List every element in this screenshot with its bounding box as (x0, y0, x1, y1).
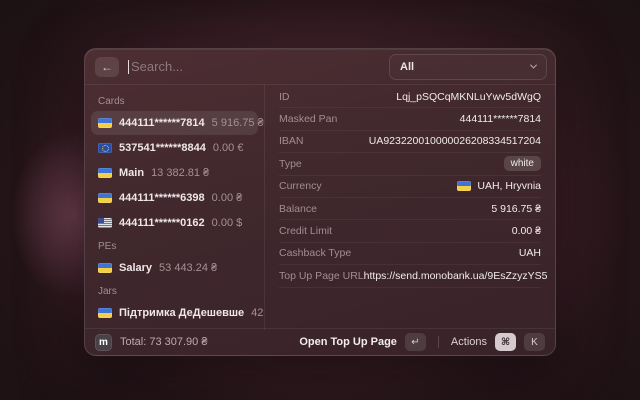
list-item-amount: 5 916.75 ₴ (212, 117, 264, 129)
detail-value: 0.00 ₴ (512, 225, 541, 237)
ua-flag-icon (98, 193, 112, 203)
filter-dropdown[interactable]: All (389, 54, 547, 80)
detail-panel: ID Lqj_pSQCqMKNLuYwv5dWgQ Masked Pan 444111… (265, 85, 555, 330)
detail-label: IBAN (279, 135, 304, 147)
section-label-cards: Cards (91, 91, 258, 111)
list-item-title: Salary (119, 262, 152, 274)
detail-value-text: https://send.monobank.ua/9EsZzyzYS5 (364, 270, 548, 282)
desktop-background: ← Search... All Cards444111******78145 9… (0, 0, 640, 400)
external-link-icon: ↗ (554, 270, 556, 281)
us-flag-icon (98, 218, 112, 228)
list-item[interactable]: Підтримка ДеДешевше422.00 ₴ (91, 301, 258, 325)
content-area: Cards444111******78145 916.75 ₴537541***… (85, 85, 555, 330)
detail-value: UAH, Hryvnia (457, 180, 541, 192)
total-balance: Total: 73 307.90 ₴ (120, 336, 207, 348)
launcher-window: ← Search... All Cards444111******78145 9… (84, 48, 556, 356)
detail-label: Type (279, 158, 302, 170)
detail-value: UA923220010000026208334517204 (369, 135, 541, 147)
monobank-logo: m (95, 334, 112, 351)
footer-divider (438, 336, 439, 348)
detail-label: Cashback Type (279, 247, 351, 259)
return-key-icon: ↵ (405, 333, 426, 351)
detail-value: white (504, 156, 541, 171)
ua-flag-icon (98, 168, 112, 178)
detail-label: Currency (279, 180, 322, 192)
chevron-down-icon (530, 62, 537, 69)
list-item-amount: 0.00 € (213, 142, 244, 154)
detail-value-text: Lqj_pSQCqMKNLuYwv5dWgQ (396, 91, 541, 103)
eu-flag-icon (98, 143, 112, 153)
detail-label: Masked Pan (279, 113, 337, 125)
detail-row-cashback-type: Cashback Type UAH (279, 243, 541, 265)
detail-value-text: 0.00 ₴ (512, 225, 541, 237)
actions-button[interactable]: Actions (451, 336, 487, 348)
sidebar-list: Cards444111******78145 916.75 ₴537541***… (85, 85, 265, 330)
detail-label: Credit Limit (279, 225, 332, 237)
search-input[interactable]: Search... (128, 59, 381, 74)
ua-flag-icon (98, 263, 112, 273)
detail-row-top-up-page-url[interactable]: Top Up Page URLhttps://send.monobank.ua/… (279, 265, 541, 287)
list-item[interactable]: Salary 53 443.24 ₴ (91, 256, 258, 280)
detail-row-credit-limit: Credit Limit 0.00 ₴ (279, 220, 541, 242)
list-item[interactable]: Main 13 382.81 ₴ (91, 161, 258, 185)
detail-row-id: ID Lqj_pSQCqMKNLuYwv5dWgQ (279, 86, 541, 108)
search-placeholder: Search... (131, 59, 183, 74)
list-item-title: 537541******8844 (119, 142, 206, 154)
list-item-amount: 0.00 $ (212, 217, 243, 229)
list-item-amount: 422.00 ₴ (251, 307, 265, 319)
detail-row-balance: Balance 5 916.75 ₴ (279, 198, 541, 220)
list-item[interactable]: 537541******8844 0.00 € (91, 136, 258, 160)
list-item[interactable]: 444111******78145 916.75 ₴ (91, 111, 258, 135)
detail-label: Top Up Page URL (279, 270, 364, 282)
list-item-amount: 0.00 ₴ (212, 192, 243, 204)
detail-label: Balance (279, 203, 317, 215)
detail-row-masked-pan: Masked Pan 444111******7814 (279, 108, 541, 130)
detail-label: ID (279, 91, 290, 103)
list-item[interactable]: 444111******0162 0.00 $ (91, 211, 258, 235)
detail-row-type: Type white (279, 153, 541, 175)
list-item-title: Main (119, 167, 144, 179)
detail-value-text: UA923220010000026208334517204 (369, 135, 541, 147)
detail-value: UAH (519, 247, 541, 259)
ua-flag-icon (98, 118, 112, 128)
detail-value-text: UAH (519, 247, 541, 259)
filter-dropdown-value: All (400, 61, 414, 73)
footer-bar: m Total: 73 307.90 ₴ Open Top Up Page ↵ … (85, 328, 555, 355)
list-item-title: 444111******7814 (119, 117, 205, 129)
detail-value-text: white (504, 156, 541, 171)
detail-value-text: 444111******7814 (460, 113, 541, 125)
list-item-amount: 53 443.24 ₴ (159, 262, 217, 274)
list-item-amount: 13 382.81 ₴ (151, 167, 209, 179)
k-key-icon: K (524, 333, 545, 351)
detail-value: 444111******7814 (460, 113, 541, 125)
back-arrow-icon: ← (101, 60, 113, 74)
detail-row-currency: Currency UAH, Hryvnia (279, 176, 541, 198)
section-label-pes: PEs (91, 236, 258, 256)
list-item[interactable]: 444111******6398 0.00 ₴ (91, 186, 258, 210)
detail-value: https://send.monobank.ua/9EsZzyzYS5 ↗ (364, 270, 555, 282)
section-label-jars: Jars (91, 281, 258, 301)
list-item-title: 444111******6398 (119, 192, 205, 204)
search-header: ← Search... All (85, 49, 555, 85)
command-key-icon: ⌘ (495, 333, 516, 351)
ua-flag-icon (98, 308, 112, 318)
detail-value-text: 5 916.75 ₴ (491, 203, 541, 215)
ua-flag-icon (457, 181, 471, 191)
logo-glyph: m (99, 337, 108, 348)
detail-value-text: UAH, Hryvnia (477, 180, 541, 192)
detail-value: 5 916.75 ₴ (491, 203, 541, 215)
back-button[interactable]: ← (95, 57, 119, 77)
detail-row-iban: IBAN UA923220010000026208334517204 (279, 131, 541, 153)
text-cursor (128, 60, 129, 74)
list-item-title: Підтримка ДеДешевше (119, 307, 244, 319)
list-item-title: 444111******0162 (119, 217, 205, 229)
detail-value: Lqj_pSQCqMKNLuYwv5dWgQ (396, 91, 541, 103)
open-top-up-page-button[interactable]: Open Top Up Page (299, 336, 397, 348)
